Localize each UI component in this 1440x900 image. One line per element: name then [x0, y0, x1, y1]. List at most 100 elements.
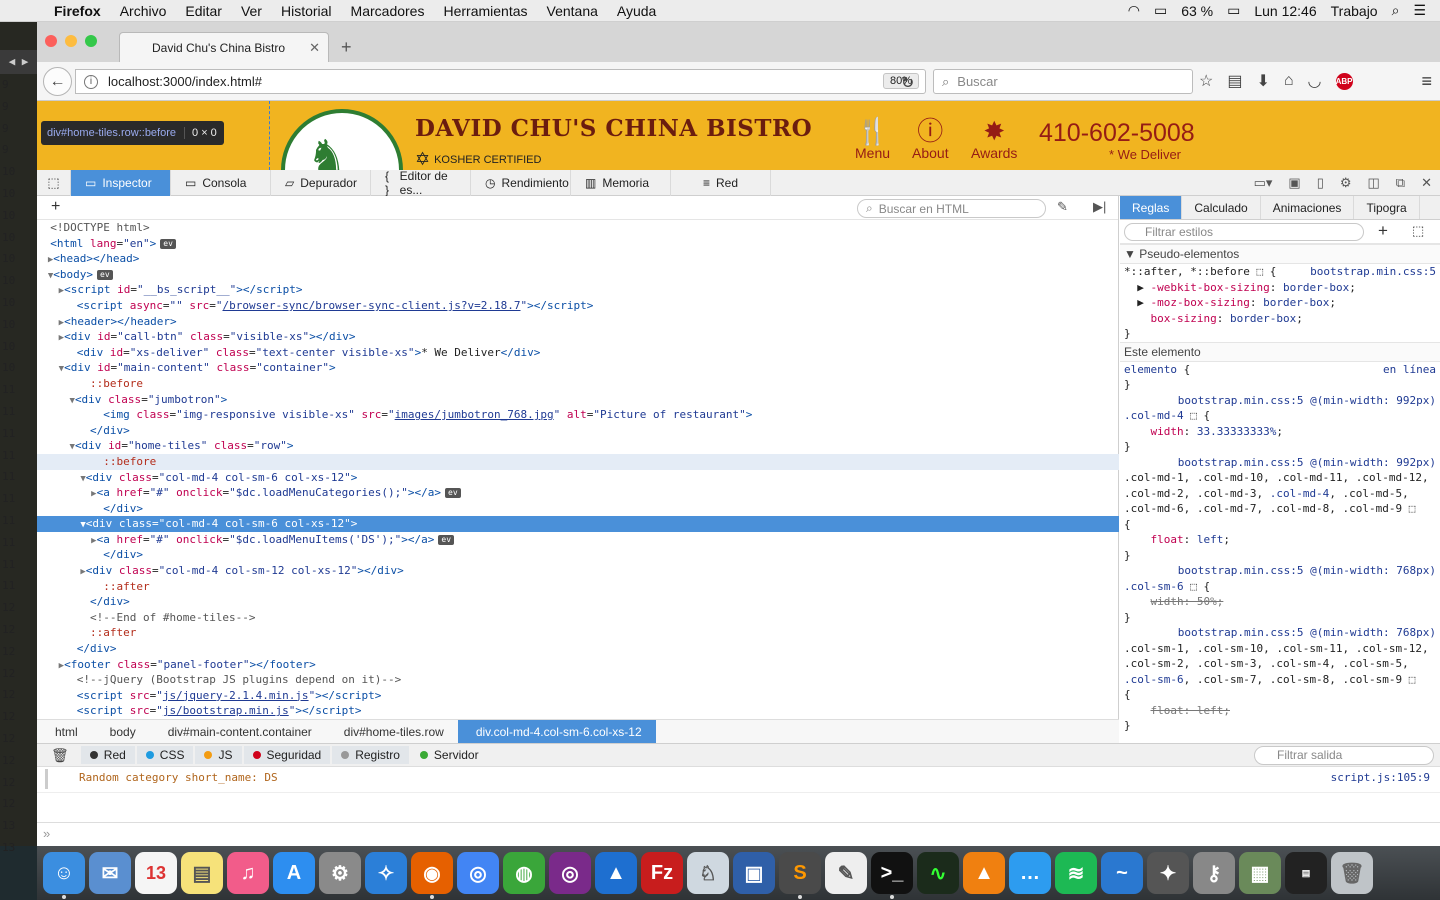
markup-line[interactable]: <!--jQuery (Bootstrap JS plugins depend … — [37, 672, 1119, 688]
search-input[interactable]: ⌕ Buscar — [933, 69, 1193, 94]
filter-red[interactable]: Red — [80, 746, 135, 764]
rule-decl[interactable]: width: 33.33333333%; — [1120, 424, 1440, 440]
spotlight-icon[interactable]: ⌕ — [1392, 2, 1400, 19]
keychain-icon[interactable]: ⚷ — [1193, 852, 1235, 894]
markup-line[interactable]: ::after — [37, 625, 1119, 641]
textedit-icon[interactable]: ✎ — [825, 852, 867, 894]
downloads-icon[interactable]: ⬇ — [1256, 71, 1269, 91]
rule-selector[interactable]: .col-sm-1, .col-sm-10, .col-sm-11, .col-… — [1120, 641, 1440, 657]
music-visualizer-icon[interactable]: ◎ — [549, 852, 591, 894]
markup-line[interactable]: ▶<div class="col-md-4 col-sm-12 col-xs-1… — [37, 563, 1119, 579]
wifi-icon[interactable]: ◠ — [1128, 2, 1140, 19]
filter-registro[interactable]: Registro — [332, 746, 409, 764]
user-name[interactable]: Trabajo — [1331, 3, 1378, 19]
reload-icon[interactable]: ↻ — [901, 73, 914, 93]
finder-icon[interactable]: ☺ — [43, 852, 85, 899]
markup-line-selected[interactable]: ▼<div class="col-md-4 col-sm-6 col-xs-12… — [37, 516, 1119, 532]
console-input[interactable]: » — [37, 822, 1440, 846]
rule-source[interactable]: bootstrap.min.css:5 @(min-width: 768px) — [1120, 563, 1440, 579]
split-console-icon[interactable]: ▣ — [1288, 175, 1300, 191]
elephant-app-icon[interactable]: ♘ — [687, 852, 729, 894]
adblock-icon[interactable]: ABP — [1335, 72, 1353, 90]
rule-decl-overridden[interactable]: float: left; — [1120, 703, 1440, 719]
rule-source[interactable]: bootstrap.min.css:5 @(min-width: 992px) — [1120, 455, 1440, 471]
tab-depurador[interactable]: ▱ Depurador — [271, 169, 371, 196]
menu-herramientas[interactable]: Herramientas — [443, 3, 527, 19]
event-badge[interactable]: ev — [445, 488, 461, 499]
markup-line[interactable]: <div id="xs-deliver" class="text-center … — [37, 345, 1119, 361]
editor-nav-arrows[interactable]: ◀ ▶ — [0, 50, 37, 74]
restaurant-logo[interactable]: ♞ — [281, 109, 403, 170]
rule-selector[interactable]: .col-md-4 ⬚ { — [1120, 408, 1440, 424]
globe-app-icon[interactable]: ◍ — [503, 852, 545, 894]
add-rule-icon[interactable]: + — [1378, 221, 1388, 241]
open-folder-icon[interactable]: ▤ — [1285, 852, 1327, 894]
eyedropper-icon[interactable]: ✎ — [1057, 199, 1068, 215]
calendar-icon[interactable]: 13 — [135, 852, 177, 894]
messages-icon[interactable]: … — [1009, 852, 1051, 894]
close-tab-icon[interactable]: ✕ — [309, 40, 320, 56]
clock[interactable]: Lun 12:46 — [1254, 3, 1316, 19]
tab-rendimiento[interactable]: ◷ Rendimiento — [471, 169, 571, 196]
close-devtools-icon[interactable]: ✕ — [1421, 175, 1432, 191]
tab-inspector[interactable]: ▭ Inspector — [71, 169, 171, 196]
rule-selector[interactable]: .col-sm-6 ⬚ { — [1120, 579, 1440, 595]
itunes-icon[interactable]: ♫ — [227, 852, 269, 894]
filter-servidor[interactable]: Servidor — [411, 746, 488, 764]
site-info-icon[interactable]: i — [84, 74, 98, 89]
menu-ver[interactable]: Ver — [241, 3, 262, 19]
pseudo-elements-header[interactable]: ▼ Pseudo-elementos — [1120, 244, 1440, 264]
markup-line[interactable]: ▶<footer class="panel-footer"></footer> — [37, 657, 1119, 673]
markup-line[interactable]: <script src="js/bootstrap.min.js"></scri… — [37, 703, 1119, 719]
system-preferences-icon[interactable]: ⚙ — [319, 852, 361, 894]
rule-selector[interactable]: .col-md-1, .col-md-10, .col-md-11, .col-… — [1120, 470, 1440, 486]
markup-line[interactable]: ▶<script id="__bs_script__"></script> — [37, 282, 1119, 298]
shark-app-icon[interactable]: ▲ — [595, 852, 637, 894]
close-window-button[interactable] — [45, 35, 57, 47]
nav-menu-link[interactable]: 🍴 Menu — [855, 117, 890, 161]
notification-center-icon[interactable]: ☰ — [1413, 2, 1426, 19]
battery-percent[interactable]: 63 % — [1181, 3, 1213, 19]
spotify-icon[interactable]: ≋ — [1055, 852, 1097, 894]
event-badge[interactable]: ev — [160, 238, 176, 249]
menu-archivo[interactable]: Archivo — [120, 3, 167, 19]
console-message[interactable]: Random category short_name: DS script.js… — [37, 767, 1440, 793]
bird-app-icon[interactable]: ~ — [1101, 852, 1143, 894]
trash-can-icon[interactable]: 🗑 — [1331, 852, 1373, 894]
undock-icon[interactable]: ⧉ — [1396, 175, 1405, 191]
safari-icon[interactable]: ✧ — [365, 852, 407, 894]
tab-animaciones[interactable]: Animaciones — [1261, 196, 1355, 219]
vlc-icon[interactable]: ▲ — [963, 852, 1005, 894]
markup-line[interactable]: </div> — [37, 594, 1119, 610]
filter-css[interactable]: CSS — [136, 746, 194, 764]
markup-line[interactable]: ▶<a href="#" onclick="$dc.loadMenuItems(… — [37, 532, 1119, 548]
rule-decl[interactable]: float: left; — [1120, 532, 1440, 548]
trash-icon[interactable]: 🗑 — [51, 747, 69, 764]
markup-line[interactable]: ▶<div id="call-btn" class="visible-xs"><… — [37, 329, 1119, 345]
url-bar[interactable]: i localhost:3000/index.html# 80% — [75, 69, 926, 94]
element-picker-button[interactable]: ⬚ — [37, 169, 71, 196]
settings-gear-icon[interactable]: ⚙ — [1340, 175, 1352, 191]
pocket-icon[interactable]: ◡ — [1308, 71, 1322, 91]
filter-js[interactable]: JS — [195, 746, 242, 764]
markup-line[interactable]: <script src="js/jquery-2.1.4.min.js"></s… — [37, 688, 1119, 704]
new-tab-button[interactable]: + — [341, 37, 352, 58]
rule-selector[interactable]: elemento {en línea — [1120, 362, 1440, 378]
responsive-mode-icon[interactable]: ▯ — [1317, 175, 1324, 191]
event-badge[interactable]: ev — [438, 534, 455, 545]
menu-historial[interactable]: Historial — [281, 3, 332, 19]
markup-line[interactable]: ▼<div class="col-md-4 col-sm-6 col-xs-12… — [37, 470, 1119, 486]
rule-decl[interactable]: box-sizing: border-box; — [1120, 311, 1440, 327]
rule-selector[interactable]: *::after, *::before ⬚ {bootstrap.min.css… — [1120, 264, 1440, 280]
nav-about-link[interactable]: ⓘ About — [912, 117, 949, 161]
markup-line[interactable]: <html lang="en"> ev — [37, 236, 1119, 252]
rule-selector[interactable]: .col-sm-6, .col-sm-7, .col-sm-8, .col-sm… — [1120, 672, 1440, 688]
console-message-source[interactable]: script.js:105:9 — [1331, 767, 1430, 789]
markup-line[interactable]: ::after — [37, 579, 1119, 595]
filter-seguridad[interactable]: Seguridad — [243, 746, 331, 764]
bookmark-star-icon[interactable]: ☆ — [1199, 71, 1213, 91]
breadcrumb-html[interactable]: html — [37, 720, 92, 744]
battery-icon[interactable]: ▭ — [1227, 2, 1240, 19]
browser-tab[interactable]: David Chu's China Bistro ✕ — [119, 32, 329, 62]
html-search-input[interactable]: ⌕ Buscar en HTML — [857, 199, 1046, 218]
